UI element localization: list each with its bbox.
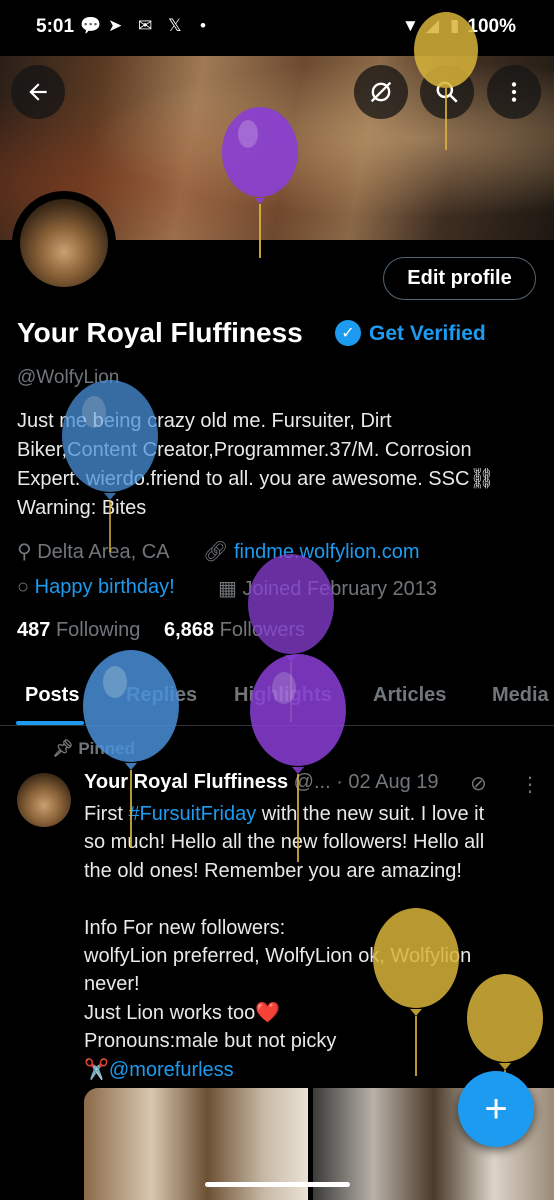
- pin-icon: 📌︎: [52, 739, 74, 758]
- scissors-emoji: ✂️: [84, 1058, 109, 1081]
- profile-name: Your Royal Fluffiness: [17, 317, 303, 348]
- wifi-icon: ▼: [402, 16, 419, 35]
- website-link[interactable]: findme.wolfylion.com: [234, 541, 420, 563]
- profile-avatar[interactable]: [12, 191, 116, 295]
- refresh-off-icon: [370, 81, 392, 103]
- gesture-home-bar[interactable]: [205, 1182, 350, 1187]
- more-vertical-icon: [511, 82, 517, 102]
- location-row: ⚲ Delta Area, CA: [17, 539, 170, 564]
- mention-link[interactable]: @morefurless: [109, 1059, 234, 1081]
- following-label: Following: [55, 619, 141, 641]
- post-text-prefix: First: [84, 803, 129, 825]
- joined-row: ▦ Joined February 2013: [218, 576, 437, 601]
- follow-stats: 487 Following 6,868 Followers: [17, 619, 305, 642]
- bio-line: Biker,Content Creator,Programmer.37/M. C…: [17, 439, 472, 461]
- birthday-row: ○ Happy birthday!: [17, 576, 175, 599]
- search-icon: [436, 81, 458, 103]
- post-author-handle: @...: [293, 771, 331, 793]
- profile-handle: @WolfyLion: [17, 367, 120, 388]
- verified-badge-icon: ✓: [335, 320, 361, 346]
- edit-profile-button[interactable]: Edit profile: [383, 257, 536, 300]
- search-button[interactable]: [420, 65, 474, 119]
- active-tab-indicator: [16, 721, 84, 725]
- following-count: 487: [17, 619, 51, 641]
- location-pin-icon: ⚲: [17, 541, 32, 563]
- joined-text: Joined February 2013: [242, 578, 438, 600]
- back-button[interactable]: [11, 65, 65, 119]
- bio-line: Expert. wierdo.friend to all. you are aw…: [17, 468, 495, 490]
- chat-notification-icon: 💬: [80, 16, 102, 35]
- tab-posts[interactable]: Posts: [25, 684, 79, 707]
- post-text-suffix: with the new suit. I love it: [256, 803, 485, 825]
- profile-tabs: Posts Replies Highlights Articles Media: [0, 670, 554, 726]
- post-more-button[interactable]: ⋮: [520, 772, 540, 797]
- post-author-avatar[interactable]: [17, 773, 71, 827]
- link-icon: 🔗︎: [203, 541, 229, 563]
- get-verified-link[interactable]: Get Verified: [369, 322, 486, 346]
- tab-highlights[interactable]: Highlights: [234, 684, 332, 707]
- plus-icon: +: [484, 1086, 508, 1131]
- outlook-notification-icon: ✉: [138, 16, 153, 35]
- refresh-off-icon: ⊘: [470, 773, 487, 795]
- followers-count: 6,868: [163, 619, 215, 641]
- bio-line: Just me being crazy old me. Fursuiter, D…: [17, 410, 392, 432]
- pinned-label: Pinned: [78, 739, 135, 758]
- tab-media[interactable]: Media: [492, 684, 549, 707]
- post-date: · 02 Aug 19: [336, 771, 439, 793]
- balloon-icon: ○: [17, 576, 30, 598]
- status-time: 5:01: [36, 16, 75, 37]
- more-notifications-dot-icon: •: [200, 16, 206, 35]
- post-text: First #FursuitFriday with the new suit. …: [84, 800, 534, 1084]
- following-link[interactable]: 487 Following: [17, 619, 140, 641]
- compose-post-button[interactable]: +: [458, 1071, 534, 1147]
- telegram-notification-icon: ➤: [108, 16, 123, 35]
- cell-signal-icon: ◢: [426, 16, 440, 35]
- post-author-name[interactable]: Your Royal Fluffiness: [84, 771, 288, 793]
- avatar-image: [20, 199, 108, 287]
- hashtag-link[interactable]: #FursuitFriday: [128, 803, 256, 825]
- post-text-body: so much! Hello all the new followers! He…: [84, 831, 485, 1053]
- more-options-button[interactable]: [487, 65, 541, 119]
- tab-articles[interactable]: Articles: [373, 684, 446, 707]
- post-header: Your Royal Fluffiness @... · 02 Aug 19: [84, 771, 439, 794]
- refresh-off-button[interactable]: [354, 65, 408, 119]
- status-bar: 5:01 💬 ➤ ✉ 𝕏 • ▼ ◢ ▮ 100%: [0, 0, 554, 56]
- followers-label: Followers: [219, 619, 306, 641]
- battery-icon: ▮: [450, 16, 460, 35]
- website-row[interactable]: 🔗︎ findme.wolfylion.com: [203, 539, 420, 564]
- tab-replies[interactable]: Replies: [126, 684, 197, 707]
- bio-line: Warning: Bites: [17, 497, 147, 519]
- calendar-icon: ▦: [218, 578, 237, 600]
- battery-level: 100%: [467, 16, 516, 37]
- followers-link[interactable]: 6,868 Followers: [164, 619, 305, 641]
- birthday-text[interactable]: Happy birthday!: [35, 576, 175, 598]
- x-notification-icon: 𝕏: [168, 16, 182, 35]
- profile-bio: Just me being crazy old me. Fursuiter, D…: [17, 407, 542, 523]
- location-text: Delta Area, CA: [37, 541, 170, 563]
- pinned-indicator: 📌︎ Pinned: [52, 739, 135, 759]
- back-arrow-icon: [29, 83, 47, 101]
